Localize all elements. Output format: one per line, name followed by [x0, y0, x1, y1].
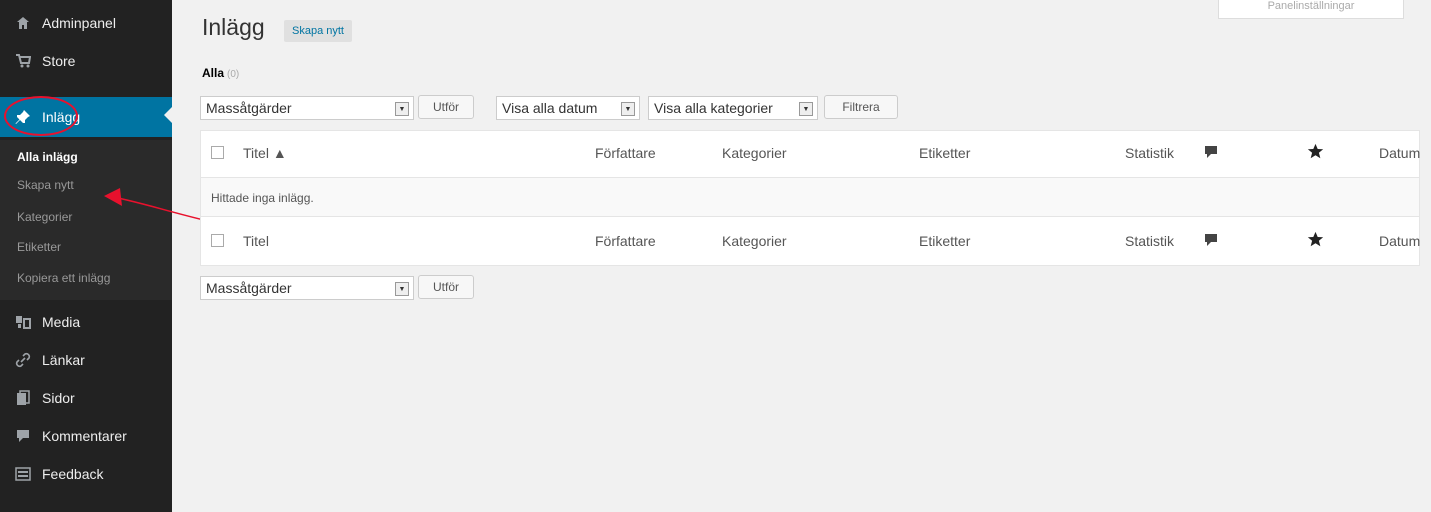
view-all-label: Alla: [202, 66, 225, 80]
comment-icon[interactable]: [1204, 145, 1218, 162]
column-tags: Etiketter: [919, 145, 971, 161]
column-categories: Kategorier: [722, 145, 787, 161]
column-author: Författare: [595, 145, 656, 161]
submenu-tags[interactable]: Etiketter: [17, 240, 61, 254]
feedback-icon: [12, 467, 34, 481]
page-title: Inlägg: [202, 14, 265, 40]
sidebar-item-label: Feedback: [42, 466, 104, 482]
column-date-footer[interactable]: Datum: [1379, 233, 1420, 249]
view-all-count: (0): [227, 69, 240, 80]
pages-icon: [12, 390, 34, 406]
sidebar-item-media[interactable]: Media: [0, 303, 172, 341]
column-stats: Statistik: [1125, 145, 1175, 161]
sidebar-item-comments[interactable]: Kommentarer: [0, 417, 172, 455]
select-all-checkbox-footer[interactable]: [211, 234, 224, 247]
date-filter-select[interactable]: Visa alla datum ▼: [496, 96, 640, 120]
view-filter-all[interactable]: Alla (0): [202, 66, 239, 80]
dropdown-arrow-icon: ▼: [621, 102, 635, 116]
bulk-actions-select-top[interactable]: Massåtgärder ▼: [200, 96, 414, 120]
category-filter-select[interactable]: Visa alla kategorier ▼: [648, 96, 818, 120]
table-row-empty: Hittade inga inlägg.: [201, 177, 1419, 217]
category-filter-value: Visa alla kategorier: [654, 100, 773, 116]
comment-icon[interactable]: [1204, 233, 1218, 250]
link-icon: [12, 352, 34, 368]
column-date[interactable]: Datum: [1379, 145, 1420, 161]
column-categories-footer: Kategorier: [722, 233, 787, 249]
bulk-actions-select-bottom[interactable]: Massåtgärder ▼: [200, 276, 414, 300]
star-icon[interactable]: [1307, 143, 1324, 163]
screen-options-tab[interactable]: Panelinställningar: [1218, 0, 1404, 19]
sidebar-item-label: Media: [42, 314, 81, 330]
dropdown-arrow-icon: ▼: [395, 102, 409, 116]
empty-message: Hittade inga inlägg.: [211, 191, 314, 205]
filter-button[interactable]: Filtrera: [824, 95, 898, 119]
comment-icon: [12, 429, 34, 443]
dropdown-arrow-icon: ▼: [799, 102, 813, 116]
bulk-actions-value: Massåtgärder: [206, 100, 292, 116]
sidebar-item-label: Länkar: [42, 352, 85, 368]
column-stats-footer: Statistik: [1125, 233, 1175, 249]
sidebar-item-feedback[interactable]: Feedback: [0, 455, 172, 493]
select-all-checkbox[interactable]: [211, 146, 224, 159]
column-title-footer[interactable]: Titel: [243, 233, 269, 249]
media-icon: [12, 315, 34, 329]
date-filter-value: Visa alla datum: [502, 100, 598, 116]
apply-button-bottom[interactable]: Utför: [418, 275, 474, 299]
dropdown-arrow-icon: ▼: [395, 282, 409, 296]
sidebar-item-label: Sidor: [42, 390, 75, 406]
sidebar-item-label: Kommentarer: [42, 428, 127, 444]
column-tags-footer: Etiketter: [919, 233, 971, 249]
star-icon[interactable]: [1307, 231, 1324, 251]
column-author-footer: Författare: [595, 233, 656, 249]
posts-table: Titel ▲ Författare Kategorier Etiketter …: [200, 130, 1420, 266]
apply-button-top[interactable]: Utför: [418, 95, 474, 119]
bulk-actions-value: Massåtgärder: [206, 280, 292, 296]
sidebar-item-links[interactable]: Länkar: [0, 341, 172, 379]
column-title-sortable[interactable]: Titel ▲: [243, 145, 287, 161]
add-new-button[interactable]: Skapa nytt: [284, 20, 352, 42]
sidebar-item-pages[interactable]: Sidor: [0, 379, 172, 417]
table-header: Titel ▲ Författare Kategorier Etiketter …: [201, 131, 1420, 177]
submenu-copy-post[interactable]: Kopiera ett inlägg: [17, 271, 110, 285]
table-footer: Titel Författare Kategorier Etiketter St…: [201, 219, 1420, 265]
annotation-arrow: [104, 188, 209, 222]
